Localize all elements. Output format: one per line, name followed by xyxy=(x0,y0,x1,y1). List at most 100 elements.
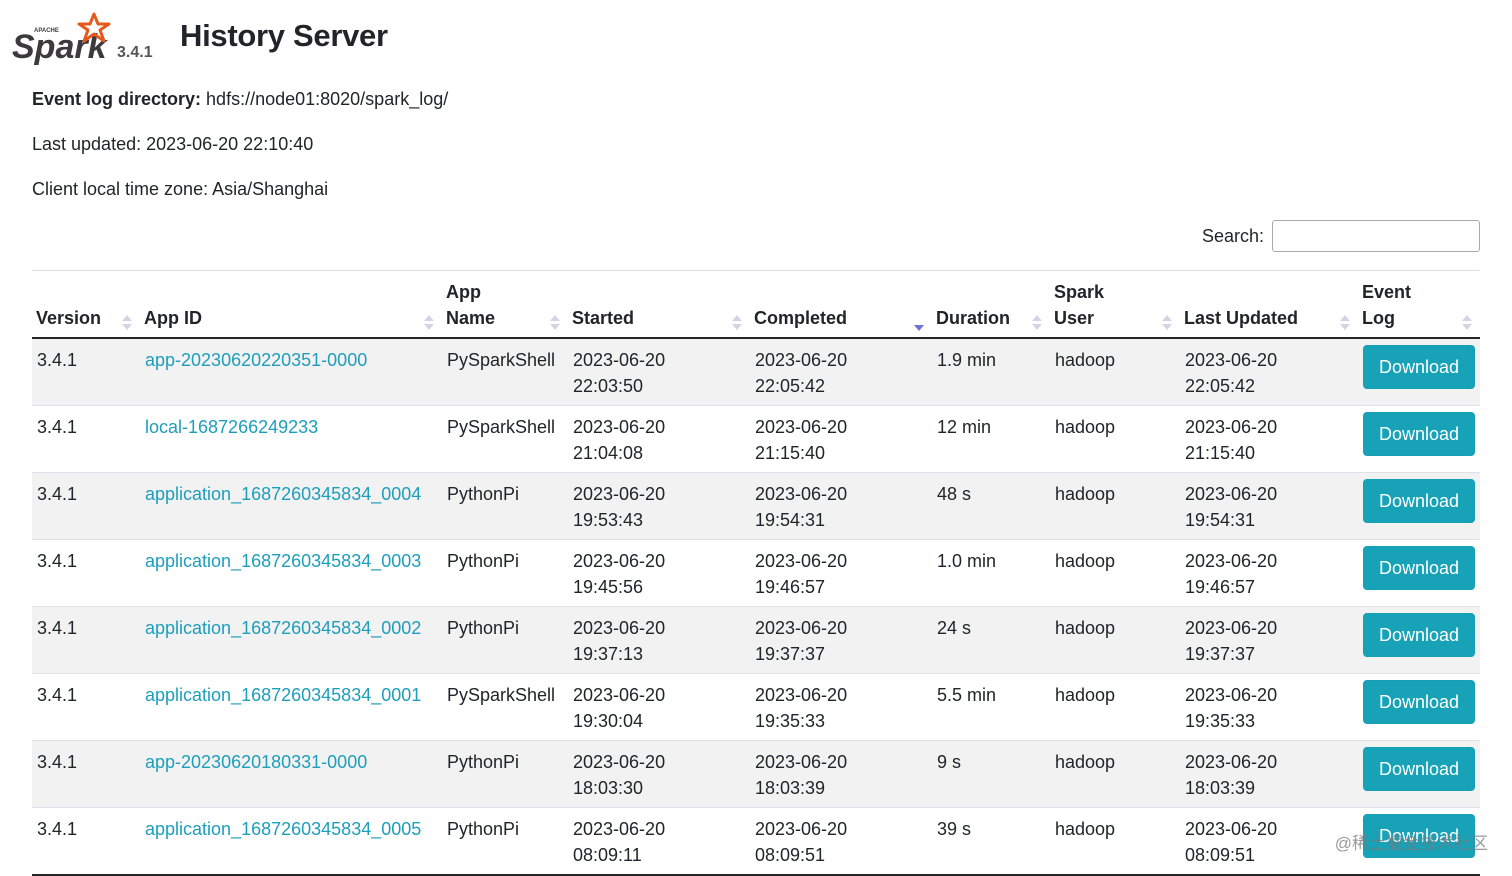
completed-date: 2023-06-20 xyxy=(755,618,848,638)
cell-app-name: PythonPi xyxy=(442,472,568,540)
started-date: 2023-06-20 xyxy=(573,350,666,370)
column-header-user[interactable]: Spark User xyxy=(1050,271,1180,339)
download-button[interactable]: Download xyxy=(1363,747,1475,791)
cell-last-updated: 2023-06-20 19:35:33 xyxy=(1180,673,1358,741)
spark-logo[interactable]: APACHE Spark xyxy=(12,10,116,68)
cell-spark-user: hadoop xyxy=(1050,539,1180,607)
cell-version: 3.4.1 xyxy=(32,740,140,808)
app-id-link[interactable]: application_1687260345834_0004 xyxy=(145,484,421,504)
table-row: 3.4.1 application_1687260345834_0002 Pytho… xyxy=(32,606,1480,674)
column-header-duration[interactable]: Duration xyxy=(932,271,1050,339)
column-header-label: Completed xyxy=(754,308,848,328)
cell-completed: 2023-06-20 19:37:37 xyxy=(750,606,932,674)
sort-icon[interactable] xyxy=(1340,315,1350,331)
event-log-directory-label: Event log directory: xyxy=(32,89,202,109)
column-header-last-updated[interactable]: Last Updated xyxy=(1180,271,1358,339)
completed-time: 22:05:42 xyxy=(755,376,826,396)
search-input[interactable] xyxy=(1272,220,1480,252)
cell-app-id: app-20230620220351-0000 xyxy=(140,337,442,406)
cell-started: 2023-06-20 19:37:13 xyxy=(568,606,750,674)
started-date: 2023-06-20 xyxy=(573,685,666,705)
app-id-link[interactable]: application_1687260345834_0002 xyxy=(145,618,421,638)
app-id-link[interactable]: application_1687260345834_0003 xyxy=(145,551,421,571)
table-header-row: Version App ID App Name Started Completed Dura… xyxy=(32,271,1480,339)
started-time: 19:53:43 xyxy=(573,510,644,530)
column-header-name[interactable]: App Name xyxy=(442,271,568,339)
download-button[interactable]: Download xyxy=(1363,680,1475,724)
cell-spark-user: hadoop xyxy=(1050,337,1180,406)
updated-date: 2023-06-20 xyxy=(1185,819,1278,839)
cell-last-updated: 2023-06-20 21:15:40 xyxy=(1180,405,1358,473)
sort-descending-icon[interactable] xyxy=(914,315,924,331)
sort-icon[interactable] xyxy=(1032,315,1042,331)
cell-completed: 2023-06-20 08:09:51 xyxy=(750,807,932,874)
cell-app-name: PythonPi xyxy=(442,740,568,808)
cell-version: 3.4.1 xyxy=(32,472,140,540)
column-header-log[interactable]: Event Log xyxy=(1358,271,1480,339)
started-time: 19:30:04 xyxy=(573,711,644,731)
started-date: 2023-06-20 xyxy=(573,752,666,772)
completed-date: 2023-06-20 xyxy=(755,551,848,571)
download-button[interactable]: Download xyxy=(1363,613,1475,657)
cell-event-log: Download xyxy=(1358,405,1480,473)
search-box: Search: xyxy=(1202,220,1480,252)
download-button[interactable]: Download xyxy=(1363,412,1475,456)
cell-completed: 2023-06-20 19:46:57 xyxy=(750,539,932,607)
column-header-started[interactable]: Started xyxy=(568,271,750,339)
column-header-version[interactable]: Version xyxy=(32,271,140,339)
cell-duration: 1.0 min xyxy=(932,539,1050,607)
cell-event-log: Download xyxy=(1358,472,1480,540)
column-header-app-id[interactable]: App ID xyxy=(140,271,442,339)
cell-app-name: PythonPi xyxy=(442,606,568,674)
cell-last-updated: 2023-06-20 22:05:42 xyxy=(1180,337,1358,406)
history-server-page: APACHE Spark 3.4.1 History Server Event … xyxy=(0,0,1512,876)
updated-time: 08:09:51 xyxy=(1185,845,1256,865)
sort-icon[interactable] xyxy=(550,315,560,331)
column-header-label: Last Updated xyxy=(1184,308,1299,328)
sort-icon[interactable] xyxy=(424,315,434,331)
started-date: 2023-06-20 xyxy=(573,484,666,504)
app-id-link[interactable]: local-1687266249233 xyxy=(145,417,318,437)
updated-time: 22:05:42 xyxy=(1185,376,1256,396)
app-id-link[interactable]: application_1687260345834_0005 xyxy=(145,819,421,839)
cell-last-updated: 2023-06-20 08:09:51 xyxy=(1180,807,1358,874)
started-date: 2023-06-20 xyxy=(573,417,666,437)
completed-date: 2023-06-20 xyxy=(755,819,848,839)
started-date: 2023-06-20 xyxy=(573,819,666,839)
sort-icon[interactable] xyxy=(122,315,132,331)
updated-date: 2023-06-20 xyxy=(1185,618,1278,638)
cell-app-name: PySparkShell xyxy=(442,405,568,473)
app-id-link[interactable]: app-20230620220351-0000 xyxy=(145,350,367,370)
column-header-label: Duration xyxy=(936,308,1010,328)
client-time-zone: Client local time zone: Asia/Shanghai xyxy=(32,179,329,199)
column-header-line1: App xyxy=(446,282,481,302)
cell-spark-user: hadoop xyxy=(1050,405,1180,473)
cell-event-log: Download xyxy=(1358,337,1480,406)
column-header-completed[interactable]: Completed xyxy=(750,271,932,339)
header: APACHE Spark 3.4.1 History Server xyxy=(12,8,612,68)
cell-version: 3.4.1 xyxy=(32,606,140,674)
event-log-directory: Event log directory: hdfs://node01:8020/… xyxy=(32,89,448,110)
download-button[interactable]: Download xyxy=(1363,345,1475,389)
updated-date: 2023-06-20 xyxy=(1185,350,1278,370)
cell-app-id: application_1687260345834_0002 xyxy=(140,606,442,674)
cell-duration: 12 min xyxy=(932,405,1050,473)
cell-duration: 48 s xyxy=(932,472,1050,540)
download-button[interactable]: Download xyxy=(1363,546,1475,590)
sort-icon[interactable] xyxy=(1162,315,1172,331)
app-id-link[interactable]: application_1687260345834_0001 xyxy=(145,685,421,705)
sort-icon[interactable] xyxy=(1462,315,1472,331)
sort-icon[interactable] xyxy=(732,315,742,331)
column-header-label: Started xyxy=(572,308,635,328)
column-header-label: User xyxy=(1054,308,1095,328)
cell-version: 3.4.1 xyxy=(32,539,140,607)
applications-table: Version App ID App Name Started Completed Dura… xyxy=(32,271,1480,874)
table-row: 3.4.1 application_1687260345834_0003 Pytho… xyxy=(32,539,1480,607)
table-row: 3.4.1 local-1687266249233 PySparkShell 2023… xyxy=(32,405,1480,473)
started-time: 18:03:30 xyxy=(573,778,644,798)
cell-app-id: local-1687266249233 xyxy=(140,405,442,473)
download-button[interactable]: Download xyxy=(1363,479,1475,523)
table-row: 3.4.1 app-20230620220351-0000 PySparkShell… xyxy=(32,337,1480,406)
column-header-label: App ID xyxy=(144,308,202,328)
app-id-link[interactable]: app-20230620180331-0000 xyxy=(145,752,367,772)
